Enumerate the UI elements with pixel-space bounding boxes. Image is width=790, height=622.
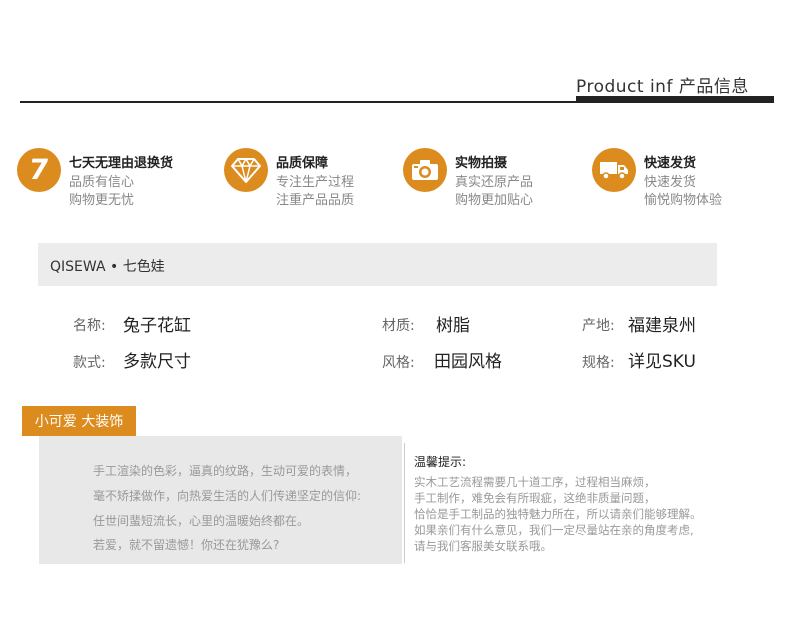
feature-fast-shipping: 快速发货 快速发货 愉悦购物体验 — [592, 148, 742, 208]
seven-day-badge-icon: 7 — [17, 148, 61, 192]
attr-label-spec: 规格: — [582, 355, 615, 371]
feature-return-policy: 7 七天无理由退换货 品质有信心 购物更无忧 — [17, 148, 187, 208]
feature-real-photos: 实物拍摄 真实还原产品 购物更加贴心 — [403, 148, 553, 208]
brand-name: QISEWA • 七色娃 — [50, 259, 165, 275]
tips-title: 温馨提示: — [414, 455, 467, 469]
section-title: Product inf 产品信息 — [576, 77, 749, 97]
attr-label-origin: 产地: — [582, 318, 615, 334]
feature-line: 专注生产过程 — [276, 175, 355, 190]
attr-label-name: 名称: — [73, 318, 106, 334]
attr-label-style: 款式: — [73, 355, 106, 371]
tips-line: 实木工艺流程需要几十道工序，过程相当麻烦， — [414, 475, 656, 489]
header-accent-bar — [576, 96, 774, 101]
tips-line: 恰恰是手工制品的独特魅力所在，所以请亲们能够理解。 — [414, 507, 702, 521]
feature-line: 真实还原产品 — [455, 175, 534, 190]
diamond-icon — [224, 148, 268, 192]
delivery-truck-icon — [592, 148, 636, 192]
feature-title: 七天无理由退换货 — [69, 156, 174, 171]
attr-value-name: 兔子花缸 — [123, 316, 191, 336]
feature-line: 快速发货 — [644, 175, 697, 190]
feature-line: 愉悦购物体验 — [644, 193, 723, 208]
feature-title: 品质保障 — [276, 156, 329, 171]
camera-icon — [403, 148, 447, 192]
attr-value-spec: 详见SKU — [628, 352, 696, 372]
attr-value-design: 田园风格 — [434, 352, 502, 372]
feature-line: 注重产品品质 — [276, 193, 355, 208]
tips-line: 请与我们客服美女联系哦。 — [414, 539, 552, 553]
slogan-tag: 小可爱 大装饰 — [22, 406, 136, 436]
description-line: 手工渲染的色彩，逼真的纹路，生动可爱的表情， — [93, 464, 358, 478]
feature-quality: 品质保障 专注生产过程 注重产品品质 — [224, 148, 374, 208]
feature-line: 品质有信心 — [69, 175, 135, 190]
tips-line: 手工制作，难免会有所瑕疵，这绝非质量问题， — [414, 491, 656, 505]
description-line: 任世间蜚短流长，心里的温暖始终都在。 — [93, 514, 310, 528]
attr-value-origin: 福建泉州 — [628, 316, 696, 336]
header-divider — [20, 101, 774, 103]
attr-value-material: 树脂 — [436, 316, 470, 336]
feature-title: 实物拍摄 — [455, 156, 508, 171]
description-line: 若爱，就不留遗憾！你还在犹豫么? — [93, 538, 280, 552]
tips-line: 如果亲们有什么意见，我们一定尽量站在亲的角度考虑, — [414, 523, 694, 537]
feature-line: 购物更无忧 — [69, 193, 135, 208]
feature-title: 快速发货 — [644, 156, 697, 171]
attr-value-style: 多款尺寸 — [123, 352, 191, 372]
feature-line: 购物更加贴心 — [455, 193, 534, 208]
attr-label-design: 风格: — [382, 355, 415, 371]
description-line: 毫不矫揉做作，向热爱生活的人们传递坚定的信仰: — [93, 489, 362, 503]
attr-label-material: 材质: — [382, 318, 415, 334]
